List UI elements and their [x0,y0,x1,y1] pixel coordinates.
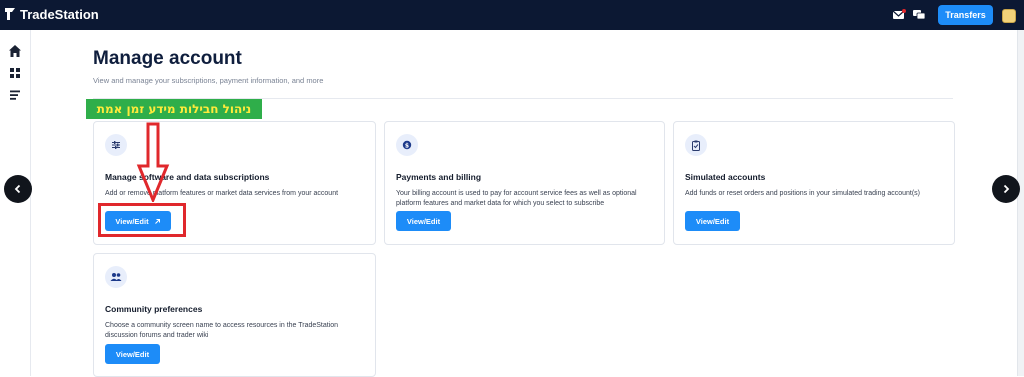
chevron-right-icon [1003,184,1010,194]
card-title: Simulated accounts [685,172,766,182]
page-subtitle: View and manage your subscriptions, paym… [93,76,324,85]
annotation-highlight-box [98,203,186,237]
card-title: Community preferences [105,304,203,314]
messages-icon[interactable] [892,8,906,26]
card-description: Add funds or reset orders and positions … [685,190,921,197]
card-simulated: Simulated accounts Add funds or reset or… [673,121,955,245]
card-title: Payments and billing [396,172,482,182]
home-icon[interactable] [8,44,22,58]
brand-name: TradeStation [20,6,99,22]
card-description: Your billing account is used to pay for … [396,190,637,207]
sliders-icon [105,134,127,156]
tradestation-logo[interactable]: TradeStation [4,6,99,22]
left-sidebar [0,30,31,376]
annotation-banner: ניהול חבילות מידע זמן אמת [86,99,262,119]
dollar-icon: $ [396,134,418,156]
transfers-button[interactable]: Transfers [938,5,993,25]
clipboard-icon [685,134,707,156]
top-bar: TradeStation Transfers [0,0,1024,30]
avatar[interactable] [1002,9,1016,23]
scrollbar-track[interactable] [1017,30,1024,376]
next-arrow-button[interactable] [992,175,1020,203]
view-edit-payments-button[interactable]: View/Edit [396,211,451,231]
svg-text:$: $ [405,142,409,149]
card-community: Community preferences Choose a community… [93,253,376,377]
card-payments: $ Payments and billing Your billing acco… [384,121,665,245]
annotation-arrow [136,122,170,202]
page-title: Manage account [93,48,242,69]
list-icon[interactable] [8,88,22,102]
tradestation-logo-icon [5,8,15,20]
previous-arrow-button[interactable] [4,175,32,203]
chevron-left-icon [14,184,21,194]
card-title: Manage software and data subscriptions [105,172,270,182]
people-icon [105,266,127,288]
dashboard-icon[interactable] [8,66,22,80]
view-edit-simulated-button[interactable]: View/Edit [685,211,740,231]
view-edit-community-button[interactable]: View/Edit [105,344,160,364]
card-description: Choose a community screen name to access… [105,322,339,339]
chat-icon[interactable] [912,8,926,26]
